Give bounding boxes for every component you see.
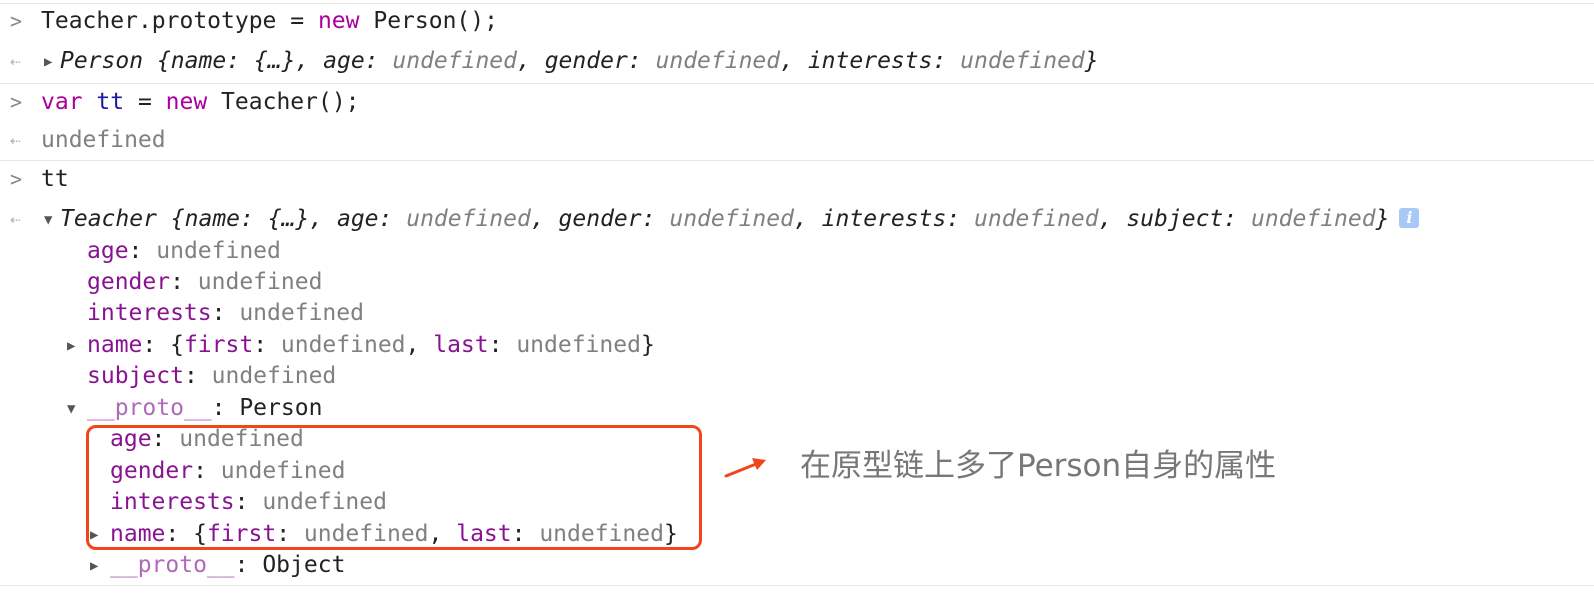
input-text: .prototype = [137,8,318,34]
input-text: Teacher [41,8,138,34]
chevron-right-icon: > [10,9,23,33]
input-text: tt [41,166,69,192]
property-row: interests: undefined [87,300,364,326]
highlight-box [86,425,702,550]
keyword-new: new [317,8,360,34]
triangle-right-icon[interactable]: ▶ [67,331,87,362]
chevron-right-icon: > [10,167,23,191]
variable-name: tt [96,89,125,115]
proto-row[interactable]: ▶ __proto__: Object [0,550,1594,581]
property-row: gender: undefined [87,269,323,295]
keyword-new: new [165,89,208,115]
console-output-line: ⇠ undefined [0,125,1594,156]
triangle-down-icon[interactable]: ▼ [44,205,60,236]
object-class: Teacher [60,206,157,232]
console-output-line[interactable]: ⇠ ▼ Teacher {name: {…}, age: undefined, g… [0,204,1594,235]
chevron-right-icon: > [10,90,23,114]
arrow-icon [724,458,766,478]
separator [0,3,1594,4]
separator [0,83,1594,84]
triangle-right-icon[interactable]: ▶ [90,551,110,582]
result-arrow-icon: ⇠ [10,130,21,151]
keyword-var: var [41,89,83,115]
console-input-line[interactable]: > var tt = new Teacher(); [0,87,1594,118]
object-class: Person [60,48,144,74]
result-arrow-icon: ⇠ [10,51,21,72]
property-row: age: undefined [87,238,281,264]
separator [0,585,1594,586]
annotation-text: 在原型链上多了Person自身的属性 [800,448,1277,484]
output-value: undefined [41,127,166,153]
triangle-down-icon[interactable]: ▼ [67,394,87,425]
property-row[interactable]: ▶ name: {first: undefined, last: undefine… [0,330,1594,361]
info-icon[interactable]: i [1399,208,1420,228]
separator [0,160,1594,161]
triangle-right-icon[interactable]: ▶ [44,47,60,78]
console-input-line[interactable]: > tt [0,164,1594,195]
console-output-line[interactable]: ⇠ ▶ Person {name: {…}, age: undefined, ge… [0,46,1594,77]
input-text: Person(); [359,8,498,34]
console-input-line[interactable]: > Teacher.prototype = new Person(); [0,6,1594,37]
result-arrow-icon: ⇠ [10,209,21,230]
property-row: subject: undefined [87,363,337,389]
proto-row[interactable]: ▼ __proto__: Person [0,393,1594,424]
